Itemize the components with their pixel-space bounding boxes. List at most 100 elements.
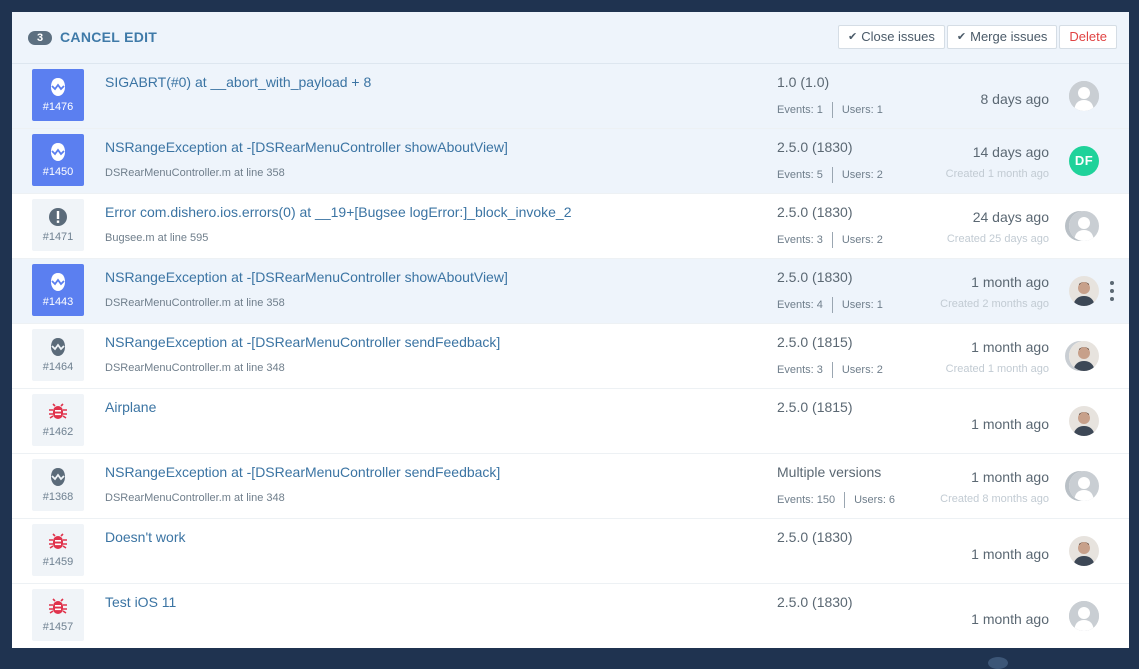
check-icon: ✔ bbox=[956, 31, 967, 43]
issue-type-badge[interactable]: #1462 bbox=[32, 394, 84, 446]
users-count: Users: 1 bbox=[841, 299, 883, 311]
issue-version: 1.0 (1.0) bbox=[777, 74, 830, 90]
merge-issues-label: Merge issues bbox=[970, 29, 1048, 44]
last-seen: 1 month ago bbox=[971, 469, 1049, 485]
issue-title[interactable]: Doesn't work bbox=[105, 529, 185, 545]
issue-type-badge[interactable]: #1459 bbox=[32, 524, 84, 576]
issue-row[interactable]: #1464 NSRangeException at -[DSRearMenuCon… bbox=[12, 324, 1129, 389]
issue-type-badge[interactable]: #1457 bbox=[32, 589, 84, 641]
events-count: Events: 3 bbox=[777, 234, 823, 246]
issue-title[interactable]: NSRangeException at -[DSRearMenuControll… bbox=[105, 269, 508, 285]
check-icon: ✔ bbox=[847, 31, 858, 43]
issue-title[interactable]: NSRangeException at -[DSRearMenuControll… bbox=[105, 334, 500, 350]
events-count: Events: 1 bbox=[777, 104, 823, 116]
divider bbox=[831, 362, 833, 378]
divider bbox=[844, 492, 846, 508]
bulk-actions: ✔ Close issues ✔ Merge issues Delete bbox=[836, 25, 1117, 49]
created-date: Created 1 month ago bbox=[945, 168, 1049, 180]
issue-location: DSRearMenuController.m at line 348 bbox=[105, 362, 285, 374]
user-avatar bbox=[1069, 276, 1099, 306]
delete-button[interactable]: Delete bbox=[1059, 25, 1117, 49]
issue-number: #1459 bbox=[42, 556, 74, 568]
issue-stats: Events: 3 Users: 2 bbox=[777, 362, 883, 378]
user-avatar bbox=[1069, 211, 1099, 241]
crash-icon bbox=[32, 142, 84, 162]
close-issues-label: Close issues bbox=[861, 29, 935, 44]
scroll-indicator[interactable] bbox=[988, 657, 1008, 669]
issue-location: Bugsee.m at line 595 bbox=[105, 232, 209, 244]
last-seen: 1 month ago bbox=[971, 339, 1049, 355]
issue-number: #1443 bbox=[42, 296, 74, 308]
issue-number: #1462 bbox=[42, 426, 74, 438]
crash-icon bbox=[32, 337, 84, 357]
issue-row[interactable]: #1476 SIGABRT(#0) at __abort_with_payload… bbox=[12, 64, 1129, 129]
issue-location: DSRearMenuController.m at line 358 bbox=[105, 297, 285, 309]
divider bbox=[831, 297, 833, 313]
last-seen: 1 month ago bbox=[971, 416, 1049, 432]
last-seen: 24 days ago bbox=[972, 209, 1049, 225]
last-seen: 8 days ago bbox=[980, 91, 1050, 107]
bug-icon bbox=[32, 597, 84, 617]
issue-version: 2.5.0 (1815) bbox=[777, 399, 853, 415]
issue-type-badge[interactable]: #1443 bbox=[32, 264, 84, 316]
issue-stats: Events: 5 Users: 2 bbox=[777, 167, 883, 183]
issue-row[interactable]: #1450 NSRangeException at -[DSRearMenuCon… bbox=[12, 129, 1129, 194]
issue-title[interactable]: NSRangeException at -[DSRearMenuControll… bbox=[105, 464, 500, 480]
cancel-edit-button[interactable]: CANCEL EDIT bbox=[60, 29, 157, 45]
user-avatar bbox=[1069, 601, 1099, 631]
issue-row[interactable]: #1462 Airplane 2.5.0 (1815) 1 month ago bbox=[12, 389, 1129, 454]
error-icon bbox=[32, 207, 84, 227]
users-count: Users: 2 bbox=[841, 364, 883, 376]
events-count: Events: 4 bbox=[777, 299, 823, 311]
created-date: Created 1 month ago bbox=[945, 363, 1049, 375]
issue-version: 2.5.0 (1830) bbox=[777, 594, 853, 610]
issue-row[interactable]: #1471 Error com.dishero.ios.errors(0) at … bbox=[12, 194, 1129, 259]
merge-issues-button[interactable]: ✔ Merge issues bbox=[946, 25, 1058, 49]
issue-stats: Events: 3 Users: 2 bbox=[777, 232, 883, 248]
issue-number: #1457 bbox=[42, 621, 74, 633]
crash-icon bbox=[32, 272, 84, 292]
close-issues-button[interactable]: ✔ Close issues bbox=[837, 25, 945, 49]
issue-type-badge[interactable]: #1476 bbox=[32, 69, 84, 121]
issue-type-badge[interactable]: #1471 bbox=[32, 199, 84, 251]
issue-location: DSRearMenuController.m at line 358 bbox=[105, 167, 285, 179]
user-avatar bbox=[1069, 406, 1099, 436]
users-count: Users: 6 bbox=[854, 494, 896, 506]
issue-title[interactable]: Airplane bbox=[105, 399, 156, 415]
user-avatar bbox=[1069, 471, 1099, 501]
last-seen: 1 month ago bbox=[971, 611, 1049, 627]
issue-row[interactable]: #1457 Test iOS 11 2.5.0 (1830) 1 month ago bbox=[12, 584, 1129, 648]
issue-number: #1368 bbox=[42, 491, 74, 503]
issue-title[interactable]: Error com.dishero.ios.errors(0) at __19+… bbox=[105, 204, 572, 220]
issue-type-badge[interactable]: #1368 bbox=[32, 459, 84, 511]
issue-stats: Events: 4 Users: 1 bbox=[777, 297, 883, 313]
issue-type-badge[interactable]: #1450 bbox=[32, 134, 84, 186]
bug-icon bbox=[32, 532, 84, 552]
issue-row[interactable]: #1368 NSRangeException at -[DSRearMenuCon… bbox=[12, 454, 1129, 519]
user-avatar bbox=[1069, 536, 1099, 566]
issue-number: #1471 bbox=[42, 231, 74, 243]
bug-icon bbox=[32, 402, 84, 422]
issue-row[interactable]: #1443 NSRangeException at -[DSRearMenuCon… bbox=[12, 259, 1129, 324]
issue-row[interactable]: #1459 Doesn't work 2.5.0 (1830) 1 month ago bbox=[12, 519, 1129, 584]
divider bbox=[831, 167, 833, 183]
users-count: Users: 1 bbox=[841, 104, 883, 116]
issues-panel: 3 CANCEL EDIT ✔ Close issues ✔ Merge iss… bbox=[12, 12, 1129, 648]
issue-title[interactable]: Test iOS 11 bbox=[105, 594, 176, 610]
edit-toolbar: 3 CANCEL EDIT ✔ Close issues ✔ Merge iss… bbox=[12, 12, 1129, 64]
last-seen: 1 month ago bbox=[971, 274, 1049, 290]
issue-version: 2.5.0 (1815) bbox=[777, 334, 853, 350]
created-date: Created 8 months ago bbox=[940, 493, 1049, 505]
issue-number: #1450 bbox=[42, 166, 74, 178]
issue-title[interactable]: NSRangeException at -[DSRearMenuControll… bbox=[105, 139, 508, 155]
issue-stats: Events: 1 Users: 1 bbox=[777, 102, 883, 118]
issue-type-badge[interactable]: #1464 bbox=[32, 329, 84, 381]
user-avatar bbox=[1069, 341, 1099, 371]
issue-number: #1464 bbox=[42, 361, 74, 373]
divider bbox=[831, 232, 833, 248]
events-count: Events: 150 bbox=[777, 494, 836, 506]
more-options-icon[interactable] bbox=[1109, 281, 1115, 301]
issue-version: 2.5.0 (1830) bbox=[777, 204, 853, 220]
issue-title[interactable]: SIGABRT(#0) at __abort_with_payload + 8 bbox=[105, 74, 371, 90]
issue-version: Multiple versions bbox=[777, 464, 882, 480]
